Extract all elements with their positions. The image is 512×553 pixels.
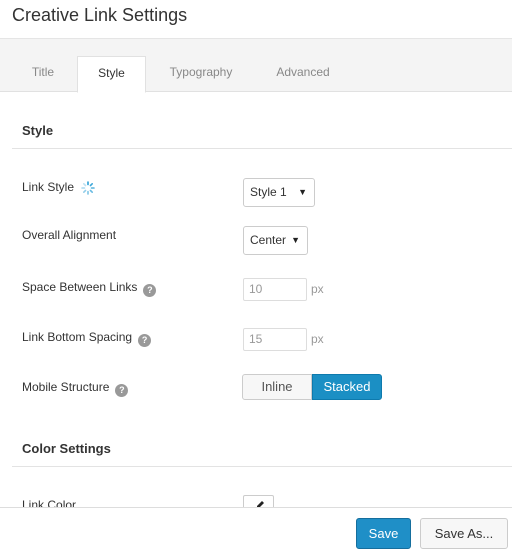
style-section-heading: Style [22,123,54,138]
space-between-links-label: Space Between Links? [22,280,157,297]
overall-alignment-label: Overall Alignment [22,228,117,242]
mobile-structure-label-text: Mobile Structure [22,380,110,394]
save-as-button[interactable]: Save As... [420,518,508,549]
overall-alignment-select[interactable]: Center ▼ [243,226,308,255]
loading-spinner-icon [81,181,96,198]
chevron-down-icon: ▼ [291,235,300,245]
help-icon[interactable]: ? [138,334,152,347]
space-between-links-input[interactable]: 10 [243,278,307,301]
chevron-down-icon: ▼ [298,187,307,197]
settings-content: Style Link Style Style 1 ▼ Overall Align… [0,92,512,507]
eyedropper-icon [257,501,264,507]
link-style-label-text: Link Style [22,180,75,194]
link-bottom-spacing-label-text: Link Bottom Spacing [22,330,133,344]
link-bottom-spacing-unit: px [311,332,324,346]
tab-typography[interactable]: Typography [156,56,246,92]
color-settings-heading: Color Settings [22,441,111,456]
link-color-picker[interactable] [243,495,274,507]
overall-alignment-value: Center [250,233,287,247]
inline-option-button[interactable]: Inline [242,374,312,400]
tab-style[interactable]: Style [77,56,146,93]
link-bottom-spacing-label: Link Bottom Spacing? [22,330,152,347]
link-bottom-spacing-input[interactable]: 15 [243,328,307,351]
help-icon[interactable]: ? [143,284,157,297]
link-style-select[interactable]: Style 1 ▼ [243,178,315,207]
title-bar: Creative Link Settings [0,0,512,39]
link-style-value: Style 1 [250,185,287,199]
section-divider [12,466,512,467]
space-between-links-label-text: Space Between Links [22,280,138,294]
dialog-footer: Save Save As... [0,507,512,553]
save-button[interactable]: Save [356,518,411,549]
link-color-label: Link Color [22,498,77,507]
help-icon[interactable]: ? [115,384,129,397]
tab-title[interactable]: Title [12,56,74,92]
section-divider [12,148,512,149]
window-title: Creative Link Settings [12,5,188,25]
space-between-links-unit: px [311,282,324,296]
link-style-label: Link Style [22,180,96,198]
tab-advanced[interactable]: Advanced [256,56,350,92]
mobile-structure-label: Mobile Structure? [22,380,129,397]
tab-bar: Title Style Typography Advanced [0,39,512,93]
stacked-option-button[interactable]: Stacked [312,374,382,400]
